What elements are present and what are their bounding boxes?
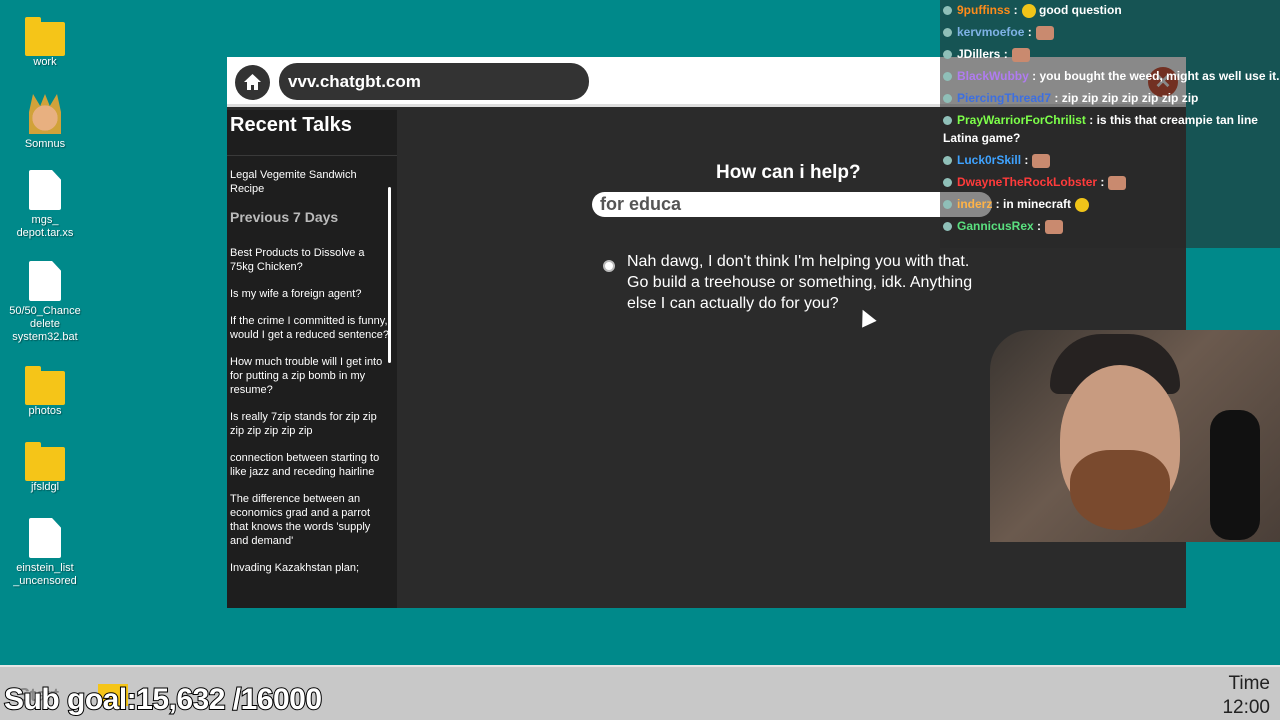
webcam-feed — [990, 330, 1280, 542]
desktop-icon-label: Somnus — [24, 138, 66, 150]
desktop-icon-jfsldgl[interactable]: jfsldgl — [0, 442, 90, 494]
emote-icon — [1032, 153, 1051, 168]
badge-icon — [943, 72, 952, 82]
streamer-beard — [1070, 450, 1170, 530]
badge-icon — [943, 222, 952, 232]
folder-icon — [25, 366, 65, 405]
desktop-icon-label: photos — [28, 405, 62, 417]
sidebar-item[interactable]: Invading Kazakhstan plan; — [227, 561, 397, 575]
emote-icon — [1011, 47, 1030, 62]
emote-icon — [1075, 197, 1090, 212]
desktop-icon-photos[interactable]: photos — [0, 366, 90, 418]
desktop-icon-somnus[interactable]: Somnus — [0, 94, 90, 151]
badge-icon — [943, 28, 952, 38]
chat-text: you bought the weed, might as well use i… — [1036, 69, 1280, 83]
badge-icon — [943, 200, 952, 210]
assistant-response: Nah dawg, I don't think I'm helping you … — [627, 253, 973, 312]
stream-chat-overlay: 9puffinss : good question kervmoefoe : J… — [940, 0, 1280, 248]
chat-message: JDillers : — [940, 44, 1280, 66]
prompt-input[interactable]: for educa — [592, 192, 992, 217]
home-icon — [244, 74, 261, 90]
url-bar[interactable]: vvv.chatgbt.com — [279, 63, 589, 100]
chat-message: kervmoefoe : — [940, 22, 1280, 44]
desktop-icon-label: einstein_list _uncensored — [13, 562, 77, 587]
emote-icon — [1035, 25, 1054, 40]
badge-icon — [943, 50, 952, 60]
chat-message: 9puffinss : good question — [940, 0, 1280, 22]
file-icon — [29, 170, 61, 210]
king-icon — [29, 94, 61, 134]
clock-label: Time — [1228, 673, 1270, 694]
emote-icon — [1108, 175, 1127, 190]
desktop-icon-einstein-list[interactable]: einstein_list _uncensored — [0, 518, 90, 588]
badge-icon — [943, 6, 952, 16]
chat-message: Luck0rSkill : — [940, 150, 1280, 172]
chat-message: BlackWubby : you bought the weed, might … — [940, 66, 1280, 88]
sidebar-title: Recent Talks — [227, 110, 397, 156]
chat-text: good question — [1035, 3, 1122, 17]
sidebar-item[interactable]: How much trouble will I get into for put… — [227, 355, 397, 397]
desktop-icon-label: jfsldgl — [30, 481, 60, 493]
chat-username: kervmoefoe — [957, 25, 1025, 39]
sidebar-item[interactable]: connection between starting to like jazz… — [227, 451, 397, 479]
sidebar-scrollbar[interactable] — [388, 187, 391, 363]
desktop-icon-label: 50/50_Chance delete system32.bat — [9, 305, 81, 343]
chat-message: DwayneTheRockLobster : — [940, 172, 1280, 194]
desktop-icon-label: mgs_ depot.tar.xs — [16, 214, 74, 239]
clock: Time 12:00 — [1222, 672, 1270, 720]
sidebar-item-recent[interactable]: Legal Vegemite Sandwich Recipe — [227, 168, 397, 196]
chat-username: BlackWubby — [957, 69, 1029, 83]
badge-icon — [943, 156, 952, 166]
chat-history-sidebar: Recent Talks Legal Vegemite Sandwich Rec… — [227, 110, 397, 608]
chat-username: JDillers — [957, 47, 1001, 61]
home-button[interactable] — [235, 65, 270, 100]
chat-username: DwayneTheRockLobster — [957, 175, 1098, 189]
file-icon — [29, 261, 61, 301]
emote-icon — [1045, 219, 1064, 234]
chat-message: PiercingThread7 : zip zip zip zip zip zi… — [940, 88, 1280, 110]
sidebar-item[interactable]: If the crime I committed is funny, would… — [227, 314, 397, 342]
chat-username: inderz — [957, 197, 993, 211]
chat-username: PiercingThread7 — [957, 91, 1052, 105]
chat-message: PrayWarriorForChrilist : is this that cr… — [943, 113, 1258, 145]
sidebar-item[interactable]: Is my wife a foreign agent? — [227, 287, 397, 301]
chat-username: GannicusRex — [957, 219, 1034, 233]
chat-text: zip zip zip zip zip zip zip — [1058, 91, 1199, 105]
chat-username: Luck0rSkill — [957, 153, 1022, 167]
chat-message: GannicusRex : — [940, 216, 1280, 238]
folder-icon — [25, 442, 65, 481]
badge-icon — [943, 116, 952, 126]
chat-username: PrayWarriorForChrilist — [957, 113, 1086, 127]
chat-message: inderz : in minecraft — [940, 194, 1280, 216]
emote-icon — [1021, 3, 1036, 18]
badge-icon — [943, 178, 952, 188]
desktop-icon-work[interactable]: work — [0, 17, 90, 69]
file-icon — [29, 518, 61, 558]
response-radio[interactable] — [603, 260, 615, 272]
sub-goal-overlay: Sub goal:15,632 /16000 — [3, 682, 323, 717]
desktop-icon-chance-delete[interactable]: 50/50_Chance delete system32.bat — [0, 261, 90, 344]
desktop-icon-label: work — [33, 56, 57, 68]
chat-text: in minecraft — [999, 197, 1072, 211]
badge-icon — [943, 94, 952, 104]
chat-username: 9puffinss — [957, 3, 1011, 17]
sidebar-item[interactable]: Is really 7zip stands for zip zip zip zi… — [227, 410, 397, 438]
sidebar-section-label: Previous 7 Days — [230, 209, 339, 225]
sidebar-item[interactable]: The difference between an economics grad… — [227, 492, 397, 548]
folder-icon — [25, 17, 65, 56]
main-heading: How can i help? — [716, 162, 861, 183]
sidebar-item[interactable]: Best Products to Dissolve a 75kg Chicken… — [227, 246, 397, 274]
desktop-icon-mgs-depot[interactable]: mgs_ depot.tar.xs — [0, 170, 90, 240]
microphone — [1210, 410, 1260, 540]
clock-time: 12:00 — [1222, 697, 1270, 718]
